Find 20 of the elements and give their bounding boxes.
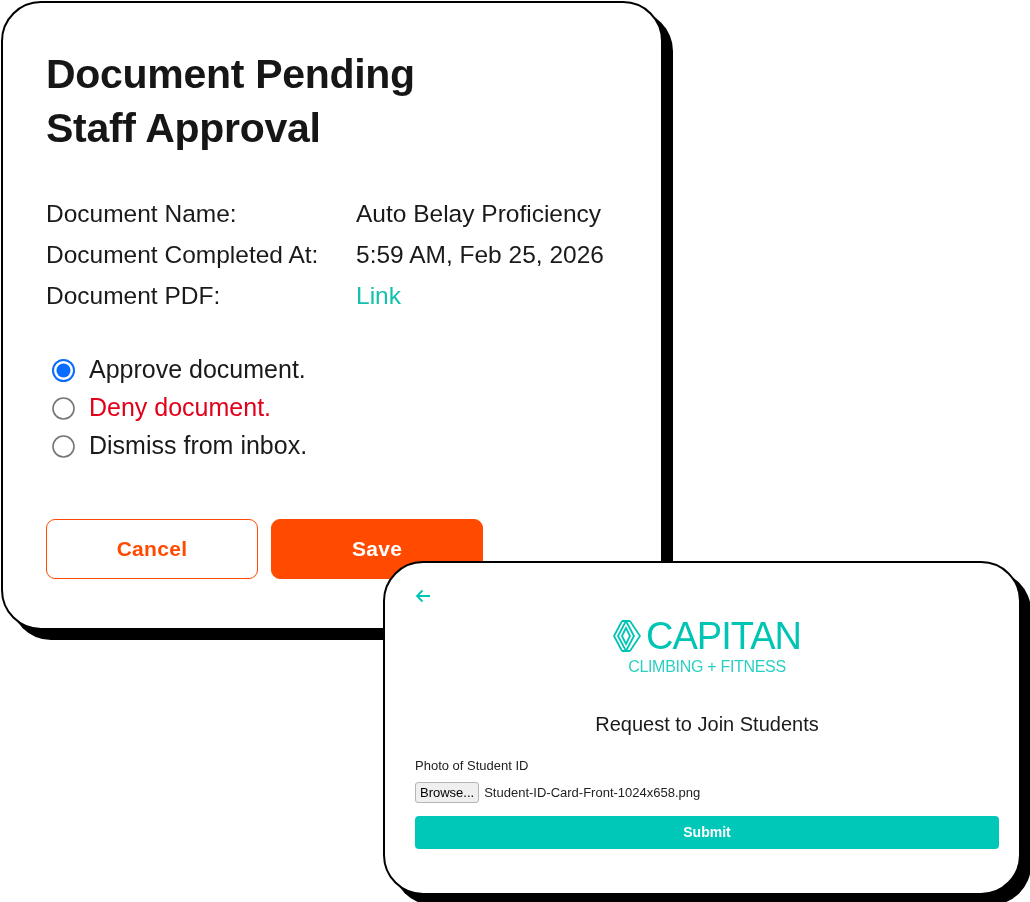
brand-tagline: CLIMBING + FITNESS: [628, 658, 786, 676]
cancel-button[interactable]: Cancel: [46, 519, 258, 579]
field-label: Document PDF:: [46, 281, 222, 311]
form-title: Request to Join Students: [594, 712, 820, 736]
brand-name: CAPITAN: [646, 617, 801, 655]
radio-button[interactable]: [52, 358, 75, 382]
file-name: Student-ID-Card-Front-1024x658.png: [484, 783, 701, 802]
radio-button[interactable]: [52, 434, 75, 458]
radio-label[interactable]: Dismiss from inbox.: [89, 427, 308, 465]
field-value: 5:59 AM, Feb 25, 2026: [356, 240, 604, 270]
field-label: Document Name:: [46, 199, 238, 229]
browse-button[interactable]: Browse...: [415, 782, 480, 803]
field-value: Auto Belay Proficiency: [356, 199, 602, 229]
field-label: Document Completed At:: [46, 240, 320, 270]
radio-button[interactable]: [52, 396, 75, 420]
card-title: Document Pending Staff Approval: [46, 50, 416, 153]
diamond-logo-icon: [613, 620, 642, 652]
radio-label[interactable]: Deny document.: [89, 389, 272, 427]
radio-label[interactable]: Approve document.: [89, 351, 306, 389]
field-label: Photo of Student ID: [415, 758, 530, 774]
